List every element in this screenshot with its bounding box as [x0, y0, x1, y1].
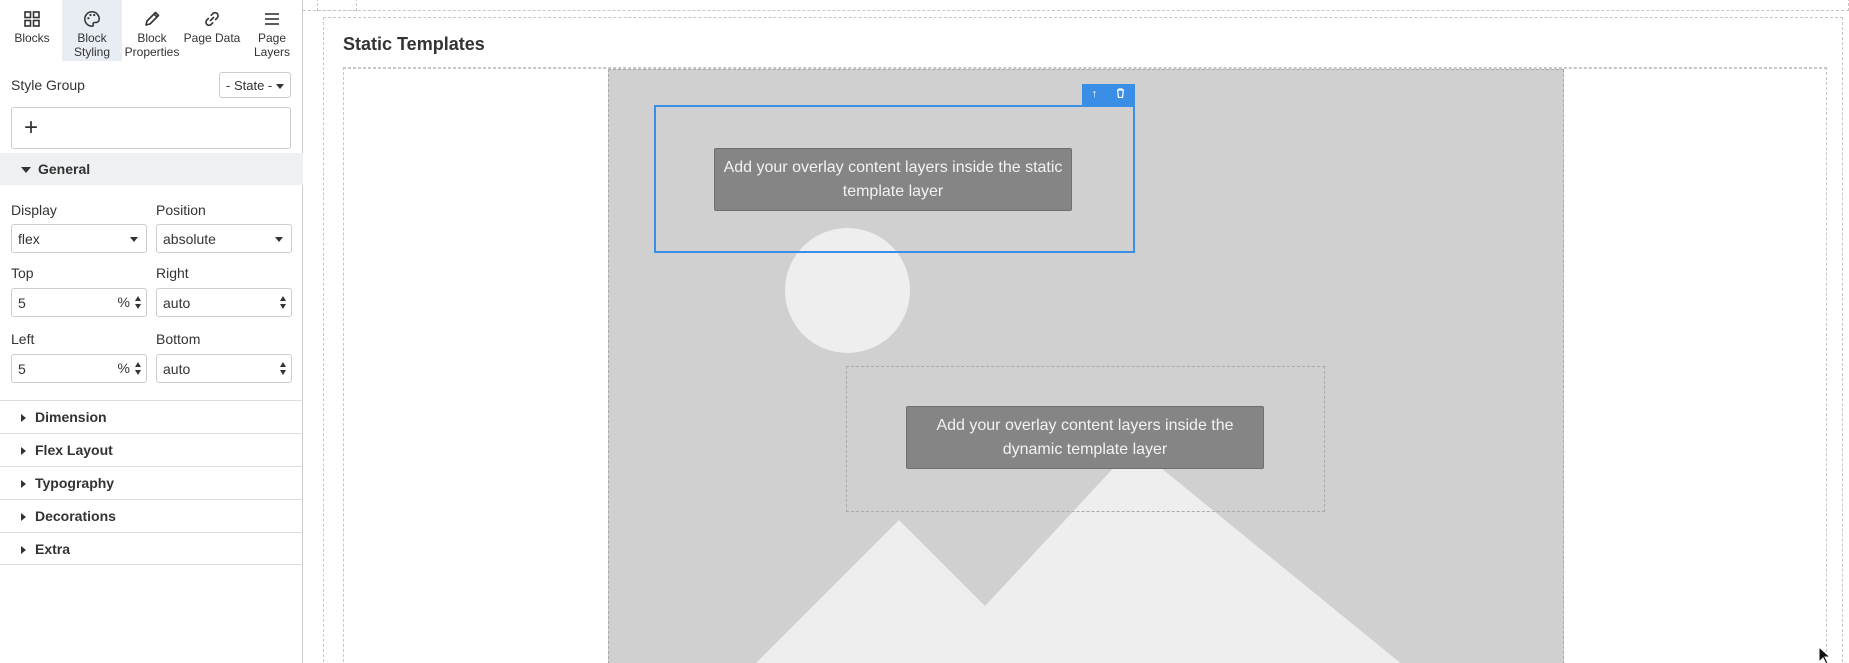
right-input[interactable]: auto: [156, 288, 292, 317]
link-icon: [205, 11, 219, 27]
arrow-up-icon[interactable]: ↑: [1092, 89, 1098, 100]
caret-right-icon: [21, 414, 26, 422]
section-label: Dimension: [35, 409, 107, 425]
display-label: Display: [11, 202, 57, 218]
section-flex-layout[interactable]: Flex Layout: [0, 433, 303, 466]
plus-icon: +: [24, 114, 39, 141]
right-input-value: auto: [163, 295, 191, 311]
caret-right-icon: [21, 480, 26, 488]
left-input-value: 5: [18, 361, 26, 377]
top-input[interactable]: 5 %: [11, 288, 147, 317]
bottom-input[interactable]: auto: [156, 354, 292, 383]
spinner-icon[interactable]: [280, 362, 287, 376]
display-select[interactable]: flex: [11, 224, 147, 253]
section-label: Extra: [35, 541, 71, 557]
styling-sidebar: Blocks Block Styling Block Properties Pa…: [0, 0, 303, 663]
spinner-icon[interactable]: [280, 296, 287, 310]
bottom-input-value: auto: [163, 361, 191, 377]
caret-right-icon: [21, 447, 26, 455]
dynamic-overlay-message: Add your overlay content layers inside t…: [906, 406, 1264, 469]
display-select-value: flex: [18, 231, 40, 247]
add-style-group-button[interactable]: +: [11, 107, 291, 149]
general-section-header[interactable]: General: [0, 153, 303, 185]
position-label: Position: [156, 202, 206, 218]
top-input-value: 5: [18, 295, 26, 311]
general-section-label: General: [38, 161, 91, 177]
menu-icon: [265, 13, 279, 25]
chevron-down-icon: [276, 84, 284, 89]
tool-page-layers[interactable]: Page Layers: [242, 0, 302, 61]
section-label: Decorations: [35, 508, 116, 524]
caret-right-icon: [21, 546, 26, 554]
spinner-icon[interactable]: [135, 296, 142, 310]
chevron-down-icon: [275, 237, 283, 242]
top-label: Top: [11, 265, 34, 281]
tool-blocks[interactable]: Blocks: [2, 0, 62, 61]
section-decorations[interactable]: Decorations: [0, 499, 303, 532]
editor-canvas[interactable]: Static Templates Add your overlay conten…: [303, 0, 1849, 663]
top-unit: %: [117, 294, 130, 310]
top-block-outline: [303, 0, 1849, 11]
top-block-outline-inner: [317, 0, 357, 11]
section-typography[interactable]: Typography: [0, 466, 303, 499]
tool-block-properties-label: Block Properties: [124, 31, 180, 59]
section-label: Typography: [35, 475, 115, 491]
position-select-value: absolute: [163, 231, 216, 247]
tool-block-styling[interactable]: Block Styling: [62, 0, 122, 61]
static-overlay-message: Add your overlay content layers inside t…: [714, 148, 1072, 211]
page-builder: Blocks Block Styling Block Properties Pa…: [0, 0, 1849, 663]
pencil-icon: [145, 11, 160, 26]
spinner-icon[interactable]: [135, 362, 142, 376]
tool-block-properties[interactable]: Block Properties: [122, 0, 182, 61]
section-dimension[interactable]: Dimension: [0, 400, 303, 433]
section-extra[interactable]: Extra: [0, 532, 303, 565]
caret-right-icon: [21, 513, 26, 521]
position-select[interactable]: absolute: [156, 224, 292, 253]
tool-page-data[interactable]: Page Data: [182, 0, 242, 61]
left-input[interactable]: 5 %: [11, 354, 147, 383]
caret-down-icon: [21, 167, 31, 173]
tool-blocks-label: Blocks: [14, 31, 50, 45]
tool-page-data-label: Page Data: [183, 31, 241, 45]
state-select-value: - State -: [226, 78, 273, 93]
static-overlay-text: Add your overlay content layers inside t…: [723, 158, 1063, 200]
chevron-down-icon: [130, 237, 138, 242]
style-group-label: Style Group: [11, 77, 85, 93]
section-label: Flex Layout: [35, 442, 113, 458]
collapsed-sections: Dimension Flex Layout Typography Decorat…: [0, 400, 303, 565]
tool-page-layers-label: Page Layers: [253, 31, 291, 59]
tool-block-styling-label: Block Styling: [73, 31, 111, 59]
layer-actions-toolbar: ↑: [1082, 84, 1135, 105]
grid-icon: [24, 11, 40, 27]
bottom-label: Bottom: [156, 331, 201, 347]
sidebar-toolbar: Blocks Block Styling Block Properties Pa…: [0, 0, 302, 61]
state-select[interactable]: - State -: [219, 72, 291, 98]
dynamic-overlay-text: Add your overlay content layers inside t…: [936, 416, 1234, 458]
mouse-cursor-icon: [1818, 646, 1832, 663]
page-title[interactable]: Static Templates: [343, 34, 485, 55]
trash-icon[interactable]: [1116, 88, 1125, 101]
palette-icon: [84, 11, 100, 27]
title-block-outline: [343, 35, 1827, 69]
left-unit: %: [117, 360, 130, 376]
right-label: Right: [156, 265, 189, 281]
left-label: Left: [11, 331, 35, 347]
